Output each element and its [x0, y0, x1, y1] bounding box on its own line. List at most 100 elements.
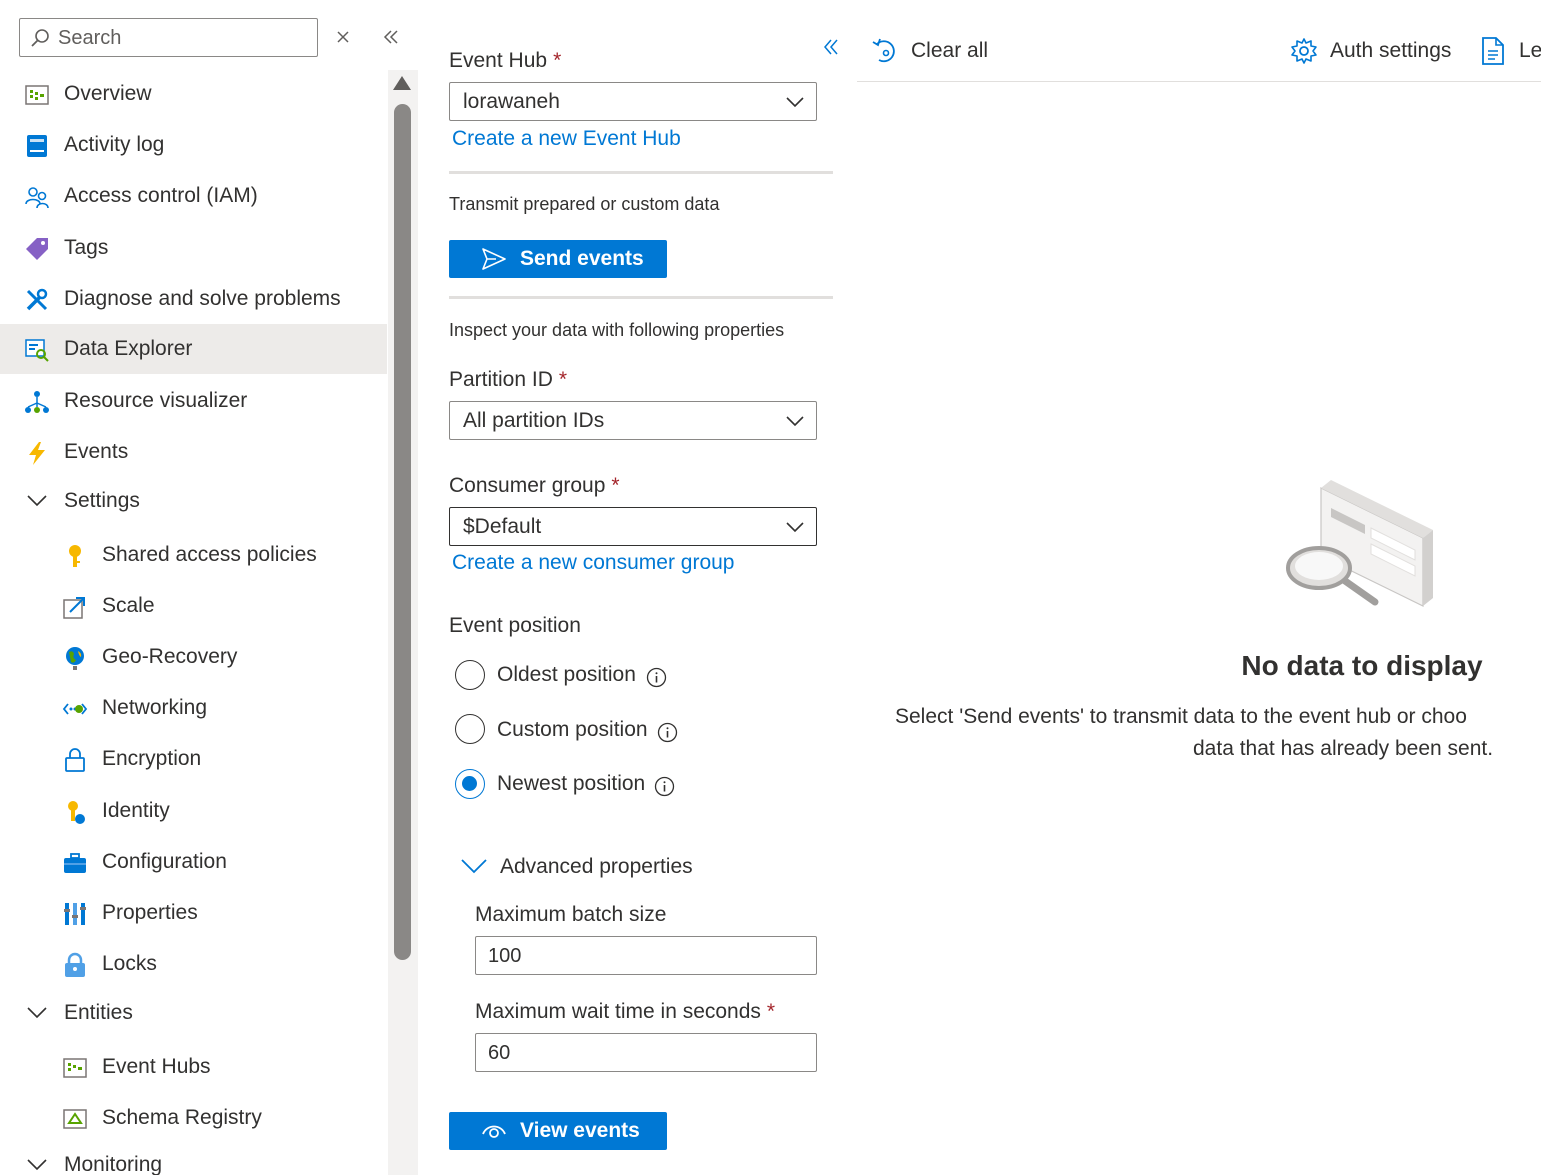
- nav-item-event-hubs[interactable]: Event Hubs: [0, 1042, 387, 1092]
- clear-all-button[interactable]: Clear all: [871, 34, 1011, 70]
- nav-item-label: Activity log: [64, 133, 165, 156]
- toolbar-divider: [857, 81, 1541, 82]
- nav-item-schema-registry[interactable]: Schema Registry: [0, 1093, 387, 1143]
- create-consumer-group-link[interactable]: Create a new consumer group: [452, 551, 735, 575]
- send-icon: [482, 248, 506, 270]
- consumer-group-value: $Default: [463, 515, 542, 538]
- partition-id-label: Partition ID *: [449, 368, 568, 391]
- required-marker: *: [611, 474, 620, 497]
- nav-item-overview[interactable]: Overview: [0, 69, 387, 119]
- nav-item-label: Properties: [102, 901, 198, 924]
- nav-item-geo-recovery[interactable]: Geo-Recovery: [0, 632, 387, 682]
- menu-search-box[interactable]: [19, 18, 318, 57]
- partition-id-dropdown[interactable]: All partition IDs: [449, 401, 817, 440]
- overview-icon: [25, 85, 49, 105]
- auth-settings-label: Auth settings: [1330, 39, 1452, 62]
- max-batch-size-input[interactable]: [488, 942, 808, 970]
- nav-item-shared-access-policies[interactable]: Shared access policies: [0, 530, 387, 580]
- empty-state-description: Select 'Send events' to transmit data to…: [895, 705, 1467, 728]
- chevron-down-icon[interactable]: [460, 857, 488, 877]
- nav-item-resource-visualizer[interactable]: Resource visualizer: [0, 376, 387, 426]
- nav-group-entities[interactable]: Entities: [0, 988, 387, 1038]
- identity-icon: [68, 801, 85, 824]
- info-icon[interactable]: [646, 667, 667, 688]
- required-marker: *: [558, 368, 568, 391]
- chevron-down-icon: [786, 522, 804, 533]
- menu-scrollbar-thumb[interactable]: [394, 104, 411, 960]
- nav-item-encryption[interactable]: Encryption: [0, 734, 387, 784]
- event-hub-value: lorawaneh: [463, 90, 560, 113]
- nav-item-tags[interactable]: Tags: [0, 223, 387, 273]
- nav-item-configuration[interactable]: Configuration: [0, 837, 387, 887]
- max-wait-time-input[interactable]: [488, 1039, 808, 1067]
- newest-position-radio[interactable]: [455, 769, 485, 799]
- nav-item-access-control[interactable]: Access control (IAM): [0, 171, 387, 221]
- collapse-menu-icon[interactable]: [380, 26, 402, 48]
- clear-all-label: Clear all: [911, 39, 989, 62]
- nav-group-label: Monitoring: [64, 1153, 163, 1175]
- create-event-hub-link[interactable]: Create a new Event Hub: [452, 127, 681, 151]
- nav-item-label: Locks: [102, 952, 157, 975]
- event-hub-dropdown[interactable]: lorawaneh: [449, 82, 817, 121]
- nav-item-label: Diagnose and solve problems: [64, 287, 341, 310]
- view-events-button[interactable]: View events: [449, 1112, 667, 1150]
- advanced-properties-toggle[interactable]: Advanced properties: [500, 855, 693, 879]
- globe-icon: [66, 647, 84, 670]
- tag-icon: [26, 238, 48, 260]
- nav-item-data-explorer[interactable]: Data Explorer: [0, 324, 387, 374]
- chevron-down-icon: [786, 416, 804, 427]
- briefcase-icon: [64, 853, 86, 873]
- clear-search-icon[interactable]: [332, 26, 354, 48]
- nav-item-label: Resource visualizer: [64, 389, 248, 412]
- search-input[interactable]: [58, 24, 308, 52]
- oldest-position-radio[interactable]: [455, 660, 485, 690]
- chevron-down-icon: [27, 495, 47, 507]
- nav-item-label: Overview: [64, 82, 152, 105]
- nav-item-properties[interactable]: Properties: [0, 888, 387, 938]
- event-hubs-icon: [63, 1058, 87, 1078]
- nav-group-settings[interactable]: Settings: [0, 476, 387, 526]
- nav-item-label: Encryption: [102, 747, 202, 770]
- max-batch-size-field[interactable]: [475, 936, 817, 975]
- view-events-label: View events: [520, 1119, 640, 1142]
- learn-button[interactable]: Lea: [1479, 34, 1541, 70]
- learn-label: Lea: [1519, 39, 1541, 62]
- custom-position-radio[interactable]: [455, 714, 485, 744]
- scale-icon: [63, 597, 85, 619]
- consumer-group-dropdown[interactable]: $Default: [449, 507, 817, 546]
- max-batch-size-label: Maximum batch size: [475, 903, 667, 926]
- info-icon[interactable]: [657, 722, 678, 743]
- clear-icon: [872, 38, 895, 63]
- nav-item-label: Tags: [64, 236, 109, 259]
- eye-icon: [482, 1125, 506, 1138]
- divider: [449, 171, 833, 174]
- locks-icon: [65, 952, 85, 977]
- gear-icon: [1291, 38, 1317, 64]
- nav-group-monitoring[interactable]: Monitoring: [0, 1140, 387, 1175]
- max-wait-time-field[interactable]: [475, 1033, 817, 1072]
- nav-item-scale[interactable]: Scale: [0, 581, 387, 631]
- nav-item-events[interactable]: Events: [0, 427, 387, 477]
- nav-item-label: Geo-Recovery: [102, 645, 238, 668]
- empty-state-title: No data to display: [1241, 650, 1483, 681]
- event-hub-label: Event Hub *: [449, 49, 562, 72]
- info-icon[interactable]: [654, 776, 675, 797]
- nav-item-locks[interactable]: Locks: [0, 939, 387, 989]
- nav-item-networking[interactable]: Networking: [0, 683, 387, 733]
- newest-position-label: Newest position: [497, 772, 646, 795]
- chevron-down-icon: [27, 1159, 47, 1171]
- event-position-label: Event position: [449, 614, 581, 637]
- send-events-button[interactable]: Send events: [449, 240, 667, 278]
- nav-item-label: Schema Registry: [102, 1106, 262, 1129]
- collapse-panel-icon[interactable]: [820, 36, 842, 58]
- scroll-up-arrow-icon[interactable]: [393, 76, 411, 90]
- schema-registry-icon: [63, 1109, 87, 1129]
- nav-item-identity[interactable]: Identity: [0, 786, 387, 836]
- nav-item-diagnose[interactable]: Diagnose and solve problems: [0, 274, 387, 324]
- inspect-text: Inspect your data with following propert…: [449, 320, 785, 340]
- nav-group-label: Entities: [64, 1001, 133, 1024]
- auth-settings-button[interactable]: Auth settings: [1290, 34, 1465, 70]
- activity-log-icon: [27, 135, 47, 157]
- nav-item-activity-log[interactable]: Activity log: [0, 120, 387, 170]
- oldest-position-label: Oldest position: [497, 663, 636, 686]
